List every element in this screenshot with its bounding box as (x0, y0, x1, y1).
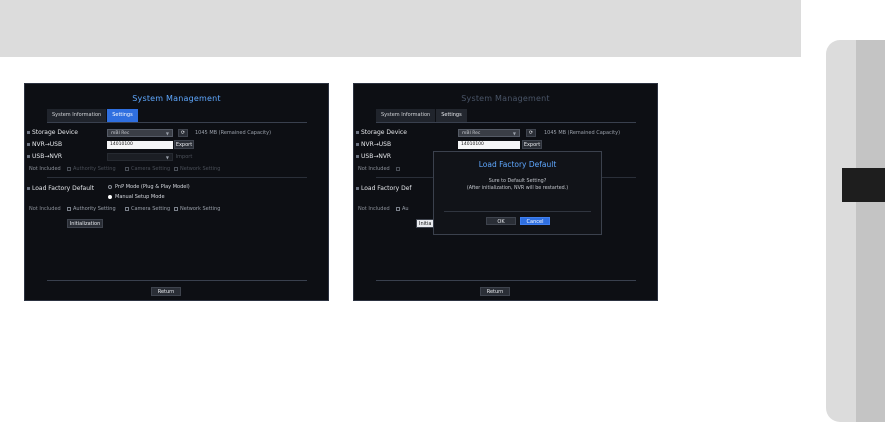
chapter-marker (842, 168, 885, 202)
chevron-down-icon: ▼ (165, 155, 169, 160)
authority-setting-label: Authority Setting (73, 166, 116, 172)
tab-divider (47, 122, 307, 123)
remaining-capacity: 1045 MB (Remained Capacity) (544, 130, 621, 136)
camera-setting-checkbox[interactable] (125, 207, 129, 211)
authority-setting-checkbox[interactable] (67, 167, 71, 171)
export-button[interactable]: Export (522, 140, 542, 149)
dialog-note: (After initialization, NVR will be resta… (466, 186, 569, 191)
cancel-button[interactable]: Cancel (520, 217, 550, 225)
screen-title: System Management (132, 94, 221, 103)
tab-system-information[interactable]: System Information (47, 109, 107, 122)
dialog-divider (444, 211, 591, 212)
row-bullet (356, 131, 359, 134)
storage-device-select[interactable]: mBI Rec ▼ (458, 129, 520, 137)
row-bullet (27, 131, 30, 134)
pnp-mode-label: PnP Mode (Plug & Play Model) (115, 184, 190, 190)
load-factory-default-label: Load Factory Def (361, 185, 412, 192)
load-factory-default-label: Load Factory Default (32, 185, 95, 192)
usb-to-nvr-label: USB→NVR (32, 153, 63, 160)
row-bullet (27, 155, 30, 158)
authority-setting-checkbox[interactable] (67, 207, 71, 211)
refresh-button[interactable]: ⟳ (526, 129, 536, 137)
import-file-select[interactable]: ▼ (107, 153, 173, 161)
footer-divider (47, 280, 307, 281)
network-setting-checkbox[interactable] (174, 207, 178, 211)
manual-setup-mode-radio[interactable] (108, 195, 112, 199)
storage-device-select[interactable]: mBI Rec ▼ (107, 129, 173, 137)
tab-divider (376, 122, 636, 123)
section-divider (47, 177, 307, 178)
camera-setting-label: Camera Setting (131, 166, 171, 172)
row-bullet (356, 187, 359, 190)
tab-bar: System Information Settings (376, 109, 468, 122)
system-management-screen-with-dialog: System Management System Information Set… (353, 83, 658, 301)
authority-setting-checkbox[interactable] (396, 167, 400, 171)
initialization-button[interactable]: Initialization (67, 219, 103, 228)
ok-button[interactable]: OK (486, 217, 516, 225)
not-included-label: Not Included (29, 206, 61, 212)
import-button[interactable]: Import (174, 152, 194, 161)
return-button[interactable]: Return (480, 287, 510, 296)
storage-device-value: mBI Rec (462, 131, 481, 136)
remaining-capacity: 1045 MB (Remained Capacity) (195, 130, 272, 136)
refresh-icon: ⟳ (180, 130, 186, 136)
refresh-button[interactable]: ⟳ (178, 129, 188, 137)
usb-to-nvr-label: USB→NVR (361, 153, 392, 160)
not-included-label: Not Included (29, 166, 61, 172)
row-bullet (27, 143, 30, 146)
dialog-message: Sure to Default Setting? (488, 179, 547, 184)
authority-setting-label: Authority Setting (73, 206, 116, 212)
chapter-side-tab-stripe (856, 40, 885, 422)
camera-setting-checkbox[interactable] (125, 167, 129, 171)
pnp-mode-radio[interactable] (108, 185, 112, 189)
camera-setting-label: Camera Setting (131, 206, 171, 212)
chevron-down-icon: ▼ (512, 131, 516, 136)
authority-setting-label: Au (402, 206, 409, 212)
export-button[interactable]: Export (174, 140, 194, 149)
row-bullet (356, 143, 359, 146)
refresh-icon: ⟳ (528, 130, 534, 136)
chevron-down-icon: ▼ (165, 131, 169, 136)
row-bullet (27, 187, 30, 190)
storage-device-label: Storage Device (32, 129, 78, 136)
footer-divider (376, 280, 636, 281)
export-filename-input[interactable]: 14010100 (458, 141, 520, 149)
storage-device-value: mBI Rec (111, 131, 130, 136)
header-band (0, 0, 801, 57)
manual-setup-mode-label: Manual Setup Mode (115, 194, 165, 200)
load-factory-default-dialog: Load Factory Default Sure to Default Set… (433, 151, 602, 235)
not-included-label: Not Included (358, 206, 390, 212)
return-button[interactable]: Return (151, 287, 181, 296)
storage-device-label: Storage Device (361, 129, 407, 136)
tab-bar: System Information Settings (47, 109, 139, 122)
network-setting-label: Network Setting (180, 166, 221, 172)
nvr-to-usb-label: NVR→USB (32, 141, 63, 148)
nvr-to-usb-label: NVR→USB (361, 141, 392, 148)
tab-settings[interactable]: Settings (107, 109, 138, 122)
not-included-label: Not Included (358, 166, 390, 172)
tab-system-information[interactable]: System Information (376, 109, 436, 122)
row-bullet (356, 155, 359, 158)
tab-settings[interactable]: Settings (436, 109, 467, 122)
network-setting-checkbox[interactable] (174, 167, 178, 171)
authority-setting-checkbox[interactable] (396, 207, 400, 211)
system-management-screen: System Management System Information Set… (24, 83, 329, 301)
dialog-title: Load Factory Default (478, 160, 557, 169)
export-filename-input[interactable]: 14010100 (107, 141, 173, 149)
network-setting-label: Network Setting (180, 206, 221, 212)
screen-title: System Management (461, 94, 550, 103)
